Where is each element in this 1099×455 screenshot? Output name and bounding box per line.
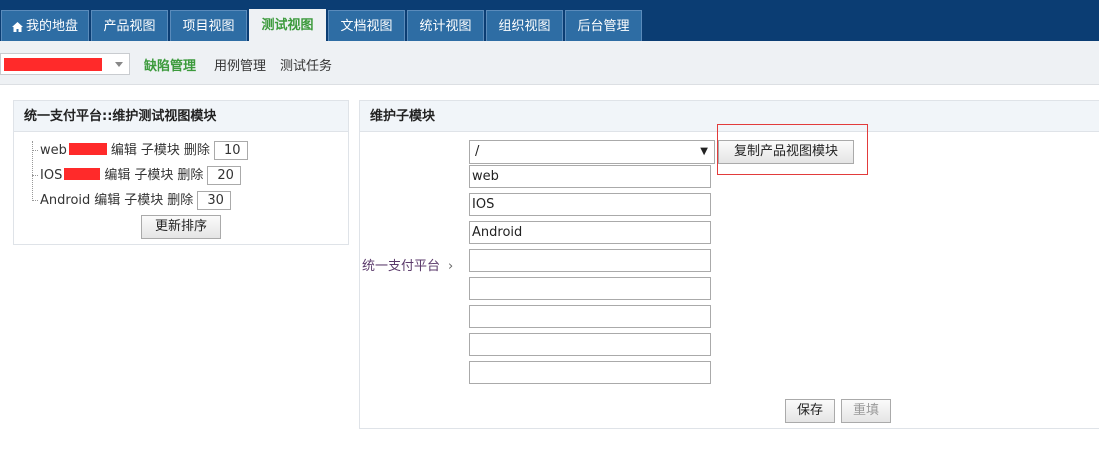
- tab-label: 后台管理: [577, 19, 630, 34]
- tab-org-view[interactable]: 组织视图: [486, 10, 563, 41]
- child-module-link[interactable]: 子模块: [141, 143, 180, 158]
- subnav-bug-management[interactable]: 缺陷管理: [144, 55, 196, 74]
- redaction-mark: [64, 168, 101, 180]
- tree-item-web: web 编辑 子模块 删除 10: [32, 141, 248, 161]
- tab-my-dashboard[interactable]: 我的地盘: [1, 10, 89, 41]
- chevron-down-icon: [115, 62, 123, 67]
- chevron-right-icon: ›: [448, 259, 454, 274]
- tab-project-view[interactable]: 项目视图: [170, 10, 247, 41]
- parent-module-select[interactable]: / ▼: [469, 140, 715, 164]
- module-name[interactable]: web: [40, 143, 67, 158]
- redaction-mark: [4, 58, 102, 71]
- child-module-input[interactable]: [469, 249, 711, 272]
- save-button[interactable]: 保存: [785, 399, 835, 423]
- child-module-input[interactable]: web: [469, 165, 711, 188]
- delete-link[interactable]: 删除: [167, 193, 193, 208]
- reset-button[interactable]: 重填: [841, 399, 891, 423]
- parent-select-value: /: [475, 144, 480, 159]
- delete-link[interactable]: 删除: [184, 143, 210, 158]
- tab-test-view[interactable]: 测试视图: [249, 9, 326, 41]
- child-module-input[interactable]: [469, 305, 711, 328]
- edit-link[interactable]: 编辑: [111, 143, 137, 158]
- tab-label: 我的地盘: [25, 19, 78, 34]
- tab-doc-view[interactable]: 文档视图: [328, 10, 405, 41]
- update-order-button[interactable]: 更新排序: [141, 215, 221, 239]
- module-tree-panel: 统一支付平台::维护测试视图模块 web 编辑 子模块 删除 10 IOS 编辑 子模块 删除…: [13, 100, 349, 245]
- tree-item-ios: IOS 编辑 子模块 删除 20: [32, 166, 242, 186]
- module-name[interactable]: IOS: [40, 168, 62, 183]
- sub-navigation: 缺陷管理 用例管理 测试任务: [0, 41, 1099, 85]
- redaction-mark: [68, 143, 107, 155]
- tab-stats-view[interactable]: 统计视图: [407, 10, 484, 41]
- child-module-input[interactable]: [469, 333, 711, 356]
- module-name[interactable]: Android: [40, 193, 90, 208]
- delete-link[interactable]: 删除: [177, 168, 203, 183]
- edit-link[interactable]: 编辑: [94, 193, 120, 208]
- parent-module-name: 统一支付平台: [362, 259, 441, 274]
- edit-link[interactable]: 编辑: [104, 168, 130, 183]
- tab-label: 测试视图: [261, 18, 314, 33]
- main-navigation: 我的地盘 产品视图 项目视图 测试视图 文档视图 统计视图 组织视图 后台管理: [0, 0, 1099, 41]
- subnav-test-task[interactable]: 测试任务: [280, 55, 332, 74]
- child-module-input[interactable]: [469, 277, 711, 300]
- panel-title: 统一支付平台::维护测试视图模块: [14, 101, 348, 132]
- child-module-link[interactable]: 子模块: [124, 193, 163, 208]
- tab-label: 产品视图: [103, 19, 156, 34]
- tab-label: 文档视图: [340, 19, 393, 34]
- subnav-case-management[interactable]: 用例管理: [214, 55, 266, 74]
- child-module-input[interactable]: Android: [469, 221, 711, 244]
- child-module-input[interactable]: IOS: [469, 193, 711, 216]
- tab-label: 组织视图: [498, 19, 551, 34]
- tab-label: 项目视图: [182, 19, 235, 34]
- tab-product-view[interactable]: 产品视图: [91, 10, 168, 41]
- chevron-down-icon: ▼: [700, 146, 708, 157]
- tab-admin[interactable]: 后台管理: [565, 10, 642, 41]
- tree-item-android: Android 编辑 子模块 删除 30: [32, 191, 232, 211]
- product-select[interactable]: [0, 53, 130, 75]
- home-icon: [11, 13, 23, 44]
- order-input[interactable]: 20: [207, 166, 242, 185]
- parent-module-label: 统一支付平台 ›: [362, 255, 453, 274]
- highlight-annotation: [717, 124, 868, 175]
- child-module-link[interactable]: 子模块: [134, 168, 173, 183]
- order-input[interactable]: 10: [213, 141, 248, 160]
- order-input[interactable]: 30: [197, 191, 232, 210]
- child-module-input[interactable]: [469, 361, 711, 384]
- tab-label: 统计视图: [419, 19, 472, 34]
